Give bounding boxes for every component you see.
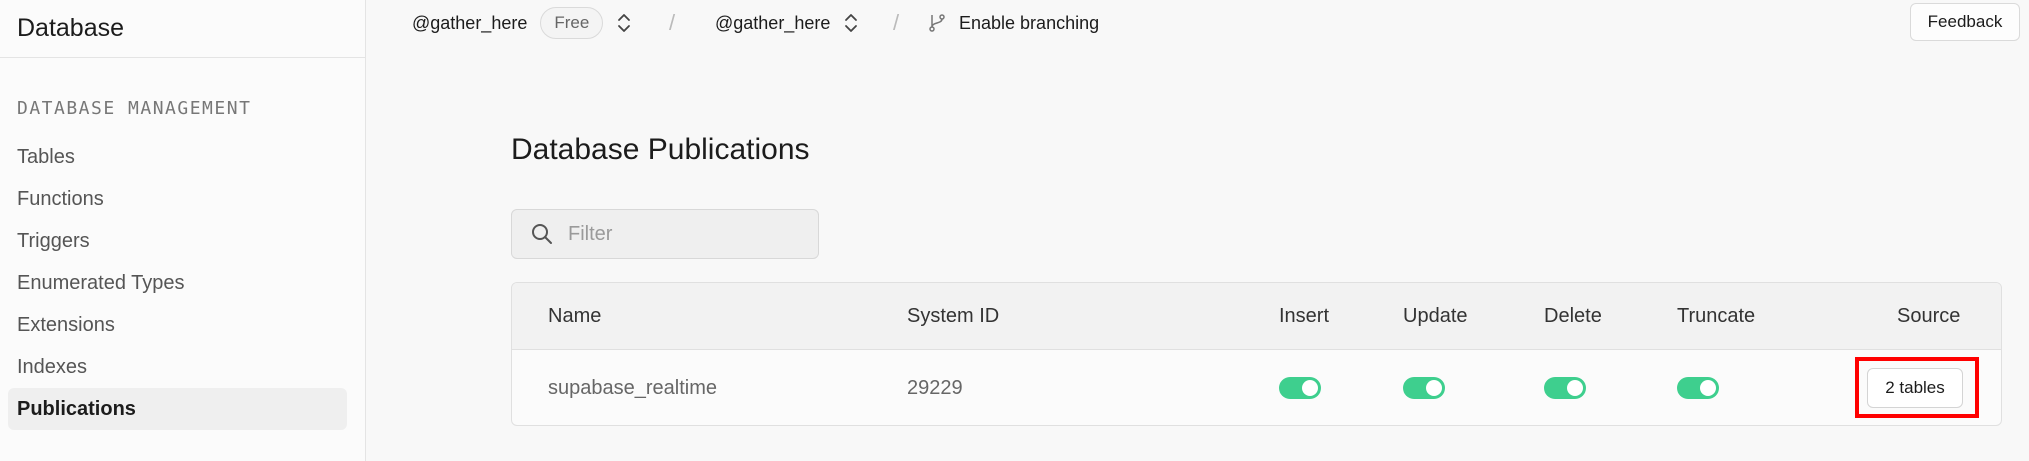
sidebar-item-tables[interactable]: Tables: [8, 136, 347, 178]
table-row: supabase_realtime 29229: [512, 350, 2001, 425]
org-breadcrumb[interactable]: @gather_here Free: [412, 7, 631, 39]
filter-input[interactable]: [568, 222, 798, 246]
update-toggle-cell: [1403, 350, 1445, 425]
section-label: DATABASE MANAGEMENT: [17, 98, 252, 119]
column-header-insert: Insert: [1279, 304, 1330, 327]
column-header-name: Name: [548, 304, 602, 327]
sidebar-nav: Tables Functions Triggers Enumerated Typ…: [0, 136, 366, 430]
publication-name: supabase_realtime: [548, 376, 717, 399]
search-icon: [530, 222, 554, 246]
column-header-source: Source: [1897, 304, 1961, 327]
filter-field[interactable]: [511, 209, 819, 259]
delete-toggle[interactable]: [1544, 377, 1586, 399]
table-header: Name System ID Insert Update Delete Trun…: [512, 283, 2001, 350]
plan-badge: Free: [540, 7, 604, 39]
org-name[interactable]: @gather_here: [412, 13, 527, 34]
page-title: Database Publications: [511, 133, 810, 166]
sidebar-item-extensions[interactable]: Extensions: [8, 304, 347, 346]
topbar: @gather_here Free / @gather_here / Enabl…: [367, 0, 2029, 46]
enable-branching-label: Enable branching: [959, 12, 1100, 33]
git-branch-icon: [927, 13, 947, 33]
update-toggle[interactable]: [1403, 377, 1445, 399]
truncate-toggle-cell: [1677, 350, 1719, 425]
feedback-button[interactable]: Feedback: [1910, 3, 2020, 41]
sidebar-item-triggers[interactable]: Triggers: [8, 220, 347, 262]
sidebar-title: Database: [17, 14, 125, 42]
insert-toggle-cell: [1279, 350, 1321, 425]
project-name[interactable]: @gather_here: [715, 13, 830, 34]
source-tables-button[interactable]: 2 tables: [1867, 368, 1963, 408]
sidebar-item-enumerated-types[interactable]: Enumerated Types: [8, 262, 347, 304]
delete-toggle-cell: [1544, 350, 1586, 425]
truncate-toggle[interactable]: [1677, 377, 1719, 399]
insert-toggle[interactable]: [1279, 377, 1321, 399]
sidebar-item-publications[interactable]: Publications: [8, 388, 347, 430]
column-header-truncate: Truncate: [1677, 304, 1756, 327]
column-header-system-id: System ID: [907, 304, 1000, 327]
project-switcher-icon[interactable]: [844, 12, 858, 34]
publication-system-id: 29229: [907, 376, 963, 399]
enable-branching-button[interactable]: Enable branching: [927, 13, 1099, 34]
publications-table: Name System ID Insert Update Delete Trun…: [511, 282, 2002, 426]
org-switcher-icon[interactable]: [617, 12, 631, 34]
project-breadcrumb[interactable]: @gather_here: [715, 12, 858, 34]
column-header-update: Update: [1403, 304, 1468, 327]
column-header-delete: Delete: [1544, 304, 1602, 327]
sidebar: Database DATABASE MANAGEMENT Tables Func…: [0, 0, 366, 461]
sidebar-header: Database: [0, 0, 365, 58]
sidebar-item-indexes[interactable]: Indexes: [8, 346, 347, 388]
breadcrumb-separator: /: [893, 10, 900, 35]
sidebar-item-functions[interactable]: Functions: [8, 178, 347, 220]
breadcrumb-separator: /: [669, 10, 676, 35]
